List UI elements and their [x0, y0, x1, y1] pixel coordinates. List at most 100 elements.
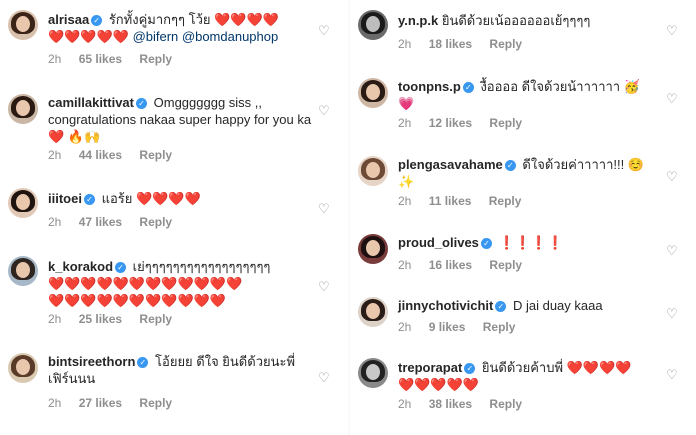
username-link[interactable]: y.n.p.k: [398, 13, 438, 28]
heart-outline-icon[interactable]: ♡: [318, 24, 332, 38]
avatar[interactable]: [8, 188, 38, 218]
username-link[interactable]: camillakittivat: [48, 95, 134, 110]
reply-button[interactable]: Reply: [139, 312, 172, 326]
likes-count[interactable]: 27 likes: [79, 396, 122, 410]
avatar[interactable]: [358, 10, 388, 40]
reply-button[interactable]: Reply: [489, 116, 522, 130]
avatar[interactable]: [8, 353, 38, 383]
timestamp[interactable]: 2h: [398, 258, 411, 272]
comment-text: proud_olives ✓ ❗❗❗❗: [398, 234, 660, 251]
heart-outline-icon[interactable]: ♡: [666, 24, 680, 38]
emoji-hearts: ❤️❤️❤️❤️❤️: [398, 377, 479, 392]
avatar[interactable]: [358, 234, 388, 264]
reply-button[interactable]: Reply: [489, 397, 522, 411]
timestamp[interactable]: 2h: [48, 396, 61, 410]
likes-count[interactable]: 44 likes: [79, 148, 122, 162]
comment-meta: 2h 47 likes Reply: [48, 215, 186, 229]
heart-outline-icon[interactable]: ♡: [666, 368, 680, 382]
comment-meta: 2h 65 likes Reply: [48, 52, 186, 66]
verified-badge-icon: ✓: [137, 357, 149, 368]
comment-body: ❗❗❗❗: [498, 235, 564, 250]
reply-button[interactable]: Reply: [139, 396, 172, 410]
likes-count[interactable]: 65 likes: [79, 52, 122, 66]
reply-button[interactable]: Reply: [483, 320, 516, 334]
likes-count[interactable]: 25 likes: [79, 312, 122, 326]
username-link[interactable]: jinnychotivichit: [398, 298, 493, 313]
username-link[interactable]: toonpns.p: [398, 79, 461, 94]
heart-outline-icon[interactable]: ♡: [318, 371, 332, 385]
comment-item: plengasavahame ✓ ดีใจด้วยค่าาาาา!!! ☺️ ✨ …: [350, 148, 696, 214]
likes-count[interactable]: 18 likes: [429, 37, 472, 51]
likes-count[interactable]: 12 likes: [429, 116, 472, 130]
timestamp[interactable]: 2h: [398, 37, 411, 51]
verified-badge-icon: ✓: [495, 301, 507, 312]
emoji-reactions: ❤️ 🔥🙌: [48, 129, 101, 144]
reply-button[interactable]: Reply: [489, 258, 522, 272]
emoji-hearts: ❤️❤️❤️❤️: [136, 191, 201, 206]
timestamp[interactable]: 2h: [48, 215, 61, 229]
username-link[interactable]: k_korakod: [48, 259, 113, 274]
reply-button[interactable]: Reply: [139, 148, 172, 162]
username-link[interactable]: alrisaa: [48, 12, 89, 27]
comment-text: y.n.p.k ยินดีด้วยเน้ออออออเย้ๆๆๆๆ: [398, 12, 660, 29]
timestamp[interactable]: 2h: [48, 52, 61, 66]
timestamp[interactable]: 2h: [48, 312, 61, 326]
reply-button[interactable]: Reply: [489, 37, 522, 51]
avatar[interactable]: [8, 94, 38, 124]
verified-badge-icon: ✓: [115, 262, 127, 273]
avatar[interactable]: [8, 10, 38, 40]
emoji-hearts: ❤️❤️❤️❤️: [566, 360, 632, 375]
heart-outline-icon[interactable]: ♡: [666, 170, 680, 184]
username-link[interactable]: treporapat: [398, 360, 462, 375]
username-link[interactable]: plengasavahame: [398, 157, 503, 172]
avatar[interactable]: [8, 256, 38, 286]
avatar[interactable]: [358, 297, 388, 327]
comment-body: ยินดีด้วยค้าบพี่: [481, 360, 564, 375]
comment-body: เย่ๆๆๆๆๆๆๆๆๆๆๆๆๆๆๆๆๆๆ: [132, 259, 271, 274]
heart-outline-icon[interactable]: ♡: [318, 202, 332, 216]
comment-text: treporapat ✓ ยินดีด้วยค้าบพี่ ❤️❤️❤️❤️ ❤️…: [398, 359, 660, 393]
comment-item: toonpns.p ✓ งื้ออออ ดีใจด้วยน้าาาาาา 🥳 💗 …: [350, 70, 696, 136]
heart-outline-icon[interactable]: ♡: [666, 244, 680, 258]
username-link[interactable]: proud_olives: [398, 235, 479, 250]
comment-text: camillakittivat ✓ Omggggggg siss ,, congr…: [48, 94, 312, 145]
comment-meta: 2h 25 likes Reply: [48, 312, 186, 326]
comment-text: alrisaa ✓ รักทั้งคู่มากๆๆ โว้ย ❤️❤️❤️❤️ ❤…: [48, 11, 312, 45]
likes-count[interactable]: 11 likes: [429, 194, 472, 208]
comment-text: toonpns.p ✓ งื้ออออ ดีใจด้วยน้าาาาาา 🥳 💗: [398, 78, 660, 112]
timestamp[interactable]: 2h: [398, 116, 411, 130]
likes-count[interactable]: 9 likes: [429, 320, 466, 334]
comment-text: bintsireethorn ✓ โอ้ยยย ดีใจ ยินดีด้วยนะพ…: [48, 353, 312, 387]
comment-item: bintsireethorn ✓ โอ้ยยย ดีใจ ยินดีด้วยนะพ…: [0, 345, 348, 425]
verified-badge-icon: ✓: [462, 82, 474, 93]
username-link[interactable]: bintsireethorn: [48, 354, 135, 369]
reply-button[interactable]: Reply: [139, 52, 172, 66]
likes-count[interactable]: 38 likes: [429, 397, 472, 411]
avatar[interactable]: [358, 78, 388, 108]
comment-body: รักทั้งคู่มากๆๆ โว้ย: [108, 12, 211, 27]
avatar[interactable]: [358, 358, 388, 388]
emoji-reactions: 💗: [398, 96, 415, 111]
reply-button[interactable]: Reply: [489, 194, 522, 208]
avatar[interactable]: [358, 156, 388, 186]
comment-text: jinnychotivichit ✓ D jai duay kaaa: [398, 297, 660, 314]
heart-outline-icon[interactable]: ♡: [666, 307, 680, 321]
comment-body: ยินดีด้วยเน้ออออออเย้ๆๆๆๆ: [441, 13, 591, 28]
likes-count[interactable]: 47 likes: [79, 215, 122, 229]
verified-badge-icon: ✓: [136, 98, 147, 109]
comment-meta: 2h 11 likes Reply: [398, 194, 535, 208]
username-link[interactable]: iiitoei: [48, 191, 82, 206]
likes-count[interactable]: 16 likes: [429, 258, 472, 272]
comment-body: แอร้ย: [101, 191, 133, 206]
mention-link[interactable]: @bifern @bomdanuphop: [133, 29, 279, 44]
timestamp[interactable]: 2h: [398, 194, 411, 208]
heart-outline-icon[interactable]: ♡: [666, 92, 680, 106]
comment-item: proud_olives ✓ ❗❗❗❗ 2h 16 likes Reply ♡: [350, 228, 696, 278]
emoji-hearts: ❤️❤️❤️❤️❤️❤️❤️❤️❤️❤️❤️❤️: [48, 276, 243, 291]
timestamp[interactable]: 2h: [398, 320, 411, 334]
heart-outline-icon[interactable]: ♡: [318, 104, 332, 118]
heart-outline-icon[interactable]: ♡: [318, 280, 332, 294]
timestamp[interactable]: 2h: [398, 397, 411, 411]
timestamp[interactable]: 2h: [48, 148, 61, 162]
reply-button[interactable]: Reply: [139, 215, 172, 229]
